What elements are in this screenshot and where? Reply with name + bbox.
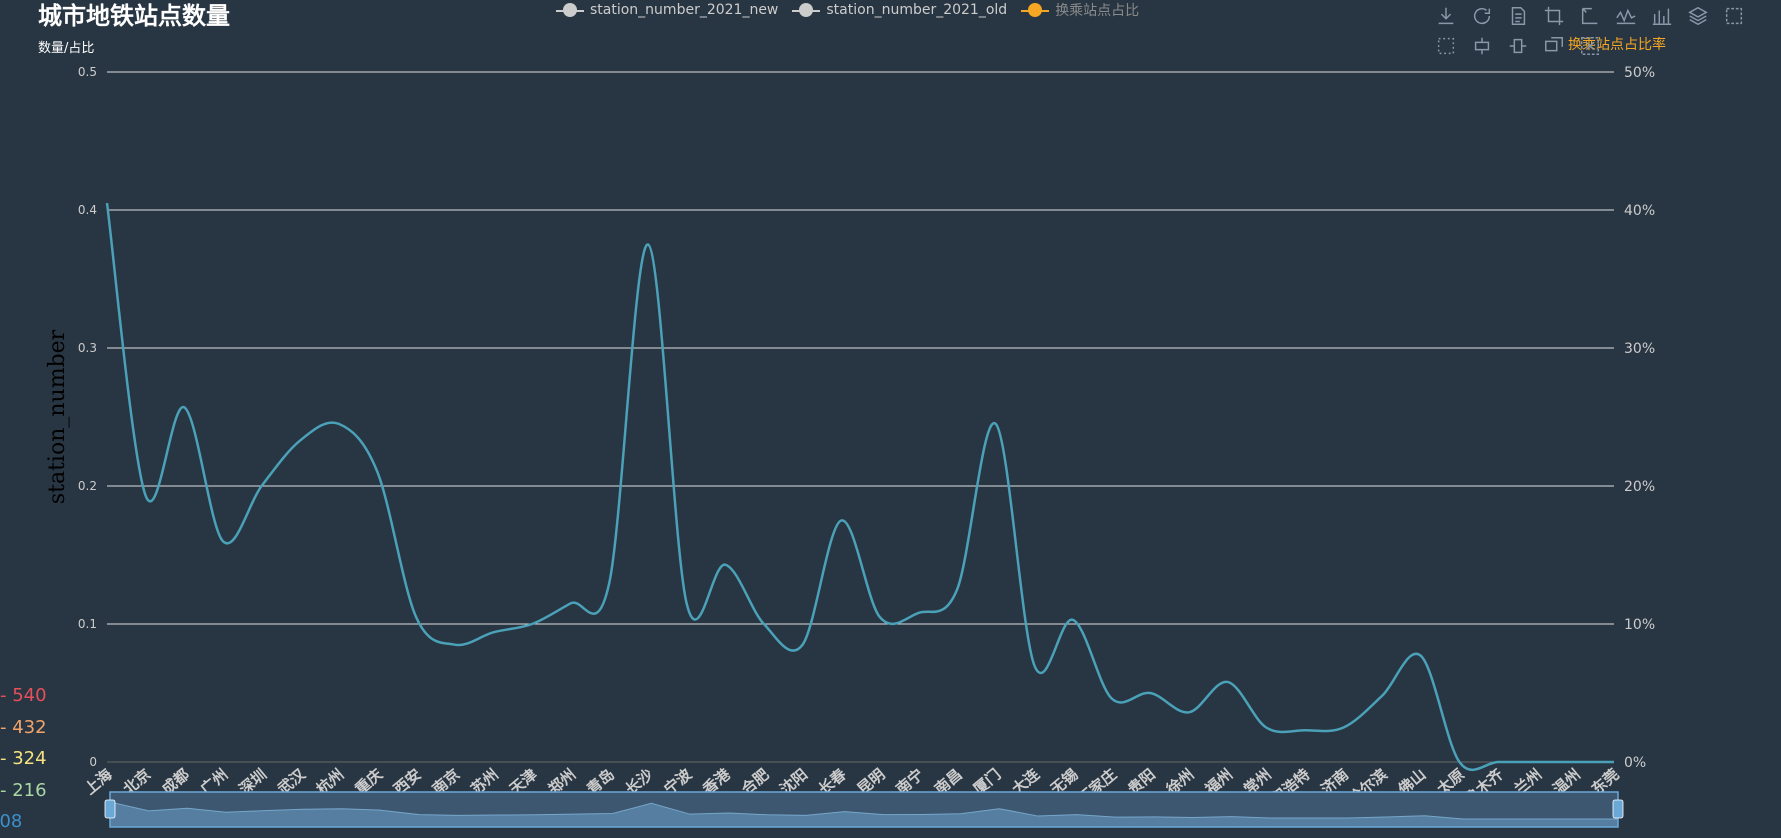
data-point[interactable]: [413, 614, 419, 620]
legend-label: station_number_2021_new: [590, 2, 779, 18]
data-point[interactable]: [259, 483, 265, 489]
chart-subtitle: 数量/占比: [38, 41, 95, 56]
data-point[interactable]: [529, 621, 535, 627]
data-point[interactable]: [722, 562, 728, 568]
stack-icon[interactable]: [1686, 4, 1710, 28]
data-point[interactable]: [1456, 759, 1462, 765]
y-axis-title: station_number: [45, 329, 70, 504]
select-rect-icon[interactable]: [1722, 4, 1746, 28]
data-point[interactable]: [1109, 696, 1115, 702]
brush-rect-icon[interactable]: [1470, 34, 1494, 58]
data-point[interactable]: [297, 437, 303, 443]
legend-marker-icon: [1021, 3, 1050, 17]
grid-lines: [107, 71, 1614, 763]
y2-tick-label: 50%: [1624, 65, 1655, 81]
legend-item-old[interactable]: station_number_2021_old: [792, 2, 1007, 18]
bar-chart-icon[interactable]: [1650, 4, 1674, 28]
chart-legend: station_number_2021_new station_number_2…: [556, 0, 1139, 20]
zoom-handle-right[interactable]: [1612, 799, 1624, 819]
data-point[interactable]: [1070, 617, 1076, 623]
data-point[interactable]: [1225, 679, 1231, 685]
y2-tick-label: 40%: [1624, 203, 1655, 219]
data-point[interactable]: [645, 242, 651, 248]
legend-item-new[interactable]: station_number_2021_new: [556, 2, 778, 18]
data-point[interactable]: [374, 469, 380, 475]
data-point[interactable]: [104, 200, 110, 206]
visual-map-item[interactable]: 108: [0, 806, 47, 838]
y-tick-label: 0.3: [78, 341, 97, 355]
data-point[interactable]: [1031, 662, 1037, 668]
y2-tick-label: 20%: [1624, 479, 1655, 495]
y-tick-label: 0.5: [78, 65, 97, 79]
brush-clear-icon[interactable]: [1578, 34, 1602, 58]
data-point[interactable]: [1495, 759, 1501, 765]
data-point[interactable]: [143, 493, 149, 499]
data-point[interactable]: [336, 421, 342, 427]
brush-keep-icon[interactable]: [1542, 34, 1566, 58]
y-tick-label: 0: [89, 755, 97, 769]
data-point[interactable]: [1572, 759, 1578, 765]
legend-label: station_number_2021_old: [826, 2, 1008, 18]
visual-map-item[interactable]: - 324: [0, 743, 47, 775]
brush-polygon-icon[interactable]: [1506, 34, 1530, 58]
y2-tick-label: 0%: [1624, 755, 1646, 771]
refresh-icon[interactable]: [1470, 4, 1494, 28]
y-tick-label: 0.4: [78, 203, 97, 217]
crop-icon[interactable]: [1542, 4, 1566, 28]
data-point[interactable]: [1341, 725, 1347, 731]
legend-label: 换乘站点占比: [1055, 3, 1140, 19]
data-point[interactable]: [606, 580, 612, 586]
zoom-handle-left[interactable]: [104, 799, 116, 819]
zoom-window[interactable]: [109, 791, 1619, 828]
data-point[interactable]: [181, 404, 187, 410]
y-tick-label: 0.1: [78, 617, 97, 631]
data-point[interactable]: [452, 642, 458, 648]
data-point[interactable]: [1302, 727, 1308, 733]
data-point[interactable]: [954, 587, 960, 593]
y2-tick-label: 10%: [1624, 617, 1655, 633]
y-tick-label: 0.2: [78, 479, 97, 493]
download-icon[interactable]: [1434, 4, 1458, 28]
y2-tick-label: 30%: [1624, 341, 1655, 357]
legend-item-transfer-ratio[interactable]: 换乘站点占比: [1021, 0, 1139, 20]
data-point[interactable]: [1147, 690, 1153, 696]
data-point[interactable]: [684, 600, 690, 606]
visual-map-item[interactable]: - 432: [0, 712, 47, 744]
data-point[interactable]: [220, 538, 226, 544]
data-point[interactable]: [1263, 725, 1269, 731]
data-zoom-slider[interactable]: [104, 791, 1624, 828]
data-point[interactable]: [838, 518, 844, 524]
line-series: [104, 200, 1617, 772]
data-point[interactable]: [915, 610, 921, 616]
chart-canvas: 0 0% 0.1 10% 0.2 20% 0.3 30% 0.4 40% 0.5 50% station…: [45, 36, 1666, 828]
line-chart-icon[interactable]: [1614, 4, 1638, 28]
chart-title: 城市地铁站点数量: [38, 2, 230, 30]
data-point[interactable]: [1379, 693, 1385, 699]
legend-marker-icon: [792, 3, 821, 17]
visual-map-item[interactable]: - 540: [0, 680, 47, 712]
toolbox: [1434, 4, 1781, 58]
data-point[interactable]: [1418, 653, 1424, 659]
data-point[interactable]: [877, 614, 883, 620]
data-point[interactable]: [490, 629, 496, 635]
data-point[interactable]: [800, 642, 806, 648]
data-point[interactable]: [1611, 759, 1617, 765]
data-view-icon[interactable]: [1506, 4, 1530, 28]
data-point[interactable]: [761, 621, 767, 627]
visual-map-legend: - 540 - 432 - 324 - 216 108: [0, 680, 47, 838]
select-lasso-icon[interactable]: [1434, 34, 1458, 58]
undo-icon[interactable]: [1578, 4, 1602, 28]
data-point[interactable]: [568, 600, 574, 606]
visual-map-item[interactable]: - 216: [0, 775, 47, 807]
axes: 0 0% 0.1 10% 0.2 20% 0.3 30% 0.4 40% 0.5 50% station…: [45, 36, 1666, 824]
data-point[interactable]: [993, 421, 999, 427]
data-point[interactable]: [1186, 709, 1192, 715]
legend-marker-icon: [556, 3, 584, 17]
data-point[interactable]: [1534, 759, 1540, 765]
